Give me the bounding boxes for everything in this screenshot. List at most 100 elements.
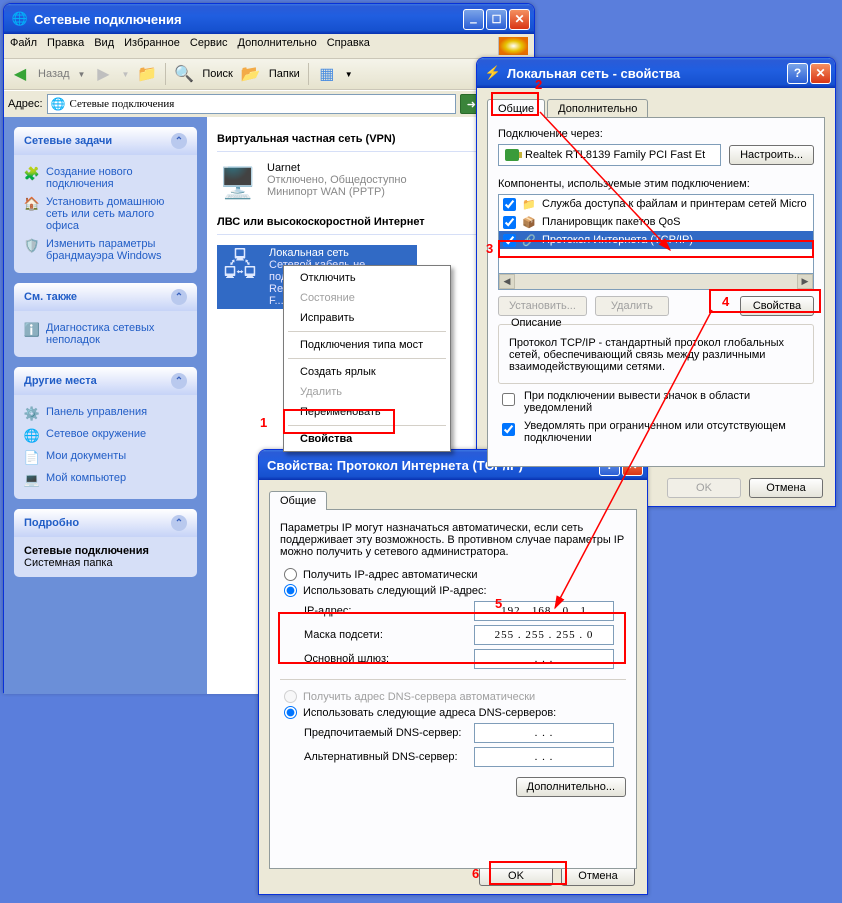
- panel-other-places: Другие места ⌃ ⚙️Панель управления 🌐Сете…: [14, 367, 197, 499]
- dns1-input[interactable]: . . .: [474, 723, 614, 743]
- subnet-mask-label: Маска подсети:: [304, 629, 474, 641]
- ctx-bridge[interactable]: Подключения типа мост: [286, 335, 448, 355]
- back-icon[interactable]: ◀: [10, 64, 30, 84]
- panel-head-tasks[interactable]: Сетевые задачи ⌃: [14, 127, 197, 155]
- task-create-connection[interactable]: 🧩Создание нового подключения: [24, 163, 187, 193]
- connect-via-label: Подключение через:: [498, 128, 814, 140]
- up-icon[interactable]: 📁: [137, 64, 157, 84]
- notify-limited-checkbox[interactable]: [502, 423, 515, 436]
- menu-favorites[interactable]: Избранное: [124, 37, 180, 55]
- component-checkbox[interactable]: [503, 198, 516, 211]
- configure-button[interactable]: Настроить...: [729, 145, 814, 165]
- place-my-computer[interactable]: 💻Мой компьютер: [24, 469, 187, 491]
- component-file-sharing[interactable]: 📁 Служба доступа к файлам и принтерам се…: [499, 195, 813, 213]
- minimize-button[interactable]: [463, 9, 484, 30]
- dns2-input[interactable]: . . .: [474, 747, 614, 767]
- service-icon: 📁: [522, 197, 536, 211]
- collapse-icon[interactable]: ⌃: [171, 289, 187, 305]
- component-qos[interactable]: 📦 Планировщик пакетов QoS: [499, 213, 813, 231]
- cancel-button[interactable]: Отмена: [561, 866, 635, 886]
- explorer-toolbar: ◀ Назад ▼ ▶ ▼ 📁 🔍 Поиск 📂 Папки ▦ ▼: [4, 58, 534, 90]
- notify-icon-checkbox[interactable]: [502, 393, 515, 406]
- tab-advanced[interactable]: Дополнительно: [547, 99, 648, 118]
- tab-general[interactable]: Общие: [487, 99, 545, 118]
- ctx-properties[interactable]: Свойства: [286, 429, 448, 449]
- scroll-right-icon[interactable]: ▶: [797, 274, 813, 289]
- component-tcpip[interactable]: 🔗 Протокол Интернета (TCP/IP): [499, 231, 813, 249]
- folders-label[interactable]: Папки: [269, 68, 300, 80]
- subnet-mask-input[interactable]: 255 . 255 . 255 . 0: [474, 625, 614, 645]
- close-button[interactable]: [509, 9, 530, 30]
- lanprops-titlebar[interactable]: ⚡ Локальная сеть - свойства: [477, 58, 835, 88]
- notify-icon-checkbox-row[interactable]: При подключении вывести значок в области…: [498, 390, 814, 414]
- place-network-places[interactable]: 🌐Сетевое окружение: [24, 425, 187, 447]
- panel-see-also: См. также ⌃ ℹ️Диагностика сетевых непола…: [14, 283, 197, 357]
- menu-tools[interactable]: Сервис: [190, 37, 228, 55]
- task-setup-home-network[interactable]: 🏠Установить домашнюю сеть или сеть малог…: [24, 193, 187, 235]
- description-text: Протокол TCP/IP - стандартный протокол г…: [509, 337, 803, 373]
- panel-head-other[interactable]: Другие места ⌃: [14, 367, 197, 395]
- horizontal-scrollbar[interactable]: ◀ ▶: [498, 274, 814, 290]
- ctx-repair[interactable]: Исправить: [286, 308, 448, 328]
- collapse-icon[interactable]: ⌃: [171, 515, 187, 531]
- place-control-panel[interactable]: ⚙️Панель управления: [24, 403, 187, 425]
- panel-title-other: Другие места: [24, 375, 97, 387]
- ctx-rename[interactable]: Переименовать: [286, 402, 448, 422]
- component-checkbox[interactable]: [503, 216, 516, 229]
- ok-button[interactable]: OK: [479, 866, 553, 886]
- install-button: Установить...: [498, 296, 587, 316]
- ctx-shortcut[interactable]: Создать ярлык: [286, 362, 448, 382]
- back-label[interactable]: Назад: [38, 68, 70, 80]
- notify-limited-checkbox-row[interactable]: Уведомлять при ограниченном или отсутств…: [498, 420, 814, 444]
- address-input[interactable]: [47, 94, 457, 114]
- radio-obtain-ip-auto[interactable]: Получить IP-адрес автоматически: [284, 568, 626, 581]
- folders-icon[interactable]: 📂: [241, 64, 261, 84]
- views-icon[interactable]: ▦: [317, 64, 337, 84]
- search-icon[interactable]: 🔍: [174, 64, 194, 84]
- maximize-button[interactable]: [486, 9, 507, 30]
- details-name: Сетевые подключения: [24, 545, 187, 557]
- explorer-menubar: Файл Правка Вид Избранное Сервис Дополни…: [4, 34, 534, 58]
- annotation-label-6: 6: [472, 866, 479, 881]
- components-list[interactable]: 📁 Служба доступа к файлам и принтерам се…: [498, 194, 814, 274]
- windows-flag-icon: [498, 37, 528, 55]
- task-firewall-settings[interactable]: 🛡️Изменить параметры брандмауэра Windows: [24, 235, 187, 265]
- menu-help[interactable]: Справка: [327, 37, 370, 55]
- properties-button[interactable]: Свойства: [740, 296, 814, 316]
- menu-edit[interactable]: Правка: [47, 37, 84, 55]
- component-checkbox[interactable]: [503, 234, 516, 247]
- protocol-icon: 🔗: [522, 233, 536, 247]
- close-button[interactable]: [810, 63, 831, 84]
- explorer-titlebar[interactable]: 🌐 Сетевые подключения: [4, 4, 534, 34]
- menu-view[interactable]: Вид: [94, 37, 114, 55]
- cancel-button[interactable]: Отмена: [749, 478, 823, 498]
- radio-use-dns[interactable]: Использовать следующие адреса DNS-сервер…: [284, 706, 626, 719]
- gateway-label: Основной шлюз:: [304, 653, 474, 665]
- collapse-icon[interactable]: ⌃: [171, 133, 187, 149]
- collapse-icon[interactable]: ⌃: [171, 373, 187, 389]
- gateway-input[interactable]: . . .: [474, 649, 614, 669]
- scroll-left-icon[interactable]: ◀: [499, 274, 515, 289]
- ok-button[interactable]: OK: [667, 478, 741, 498]
- ctx-status: Состояние: [286, 288, 448, 308]
- home-network-icon: 🏠: [24, 196, 40, 212]
- network-icon: 🌐: [12, 11, 28, 27]
- forward-icon: ▶: [93, 64, 113, 84]
- menu-advanced[interactable]: Дополнительно: [238, 37, 317, 55]
- radio-use-ip[interactable]: Использовать следующий IP-адрес:: [284, 584, 626, 597]
- tab-general[interactable]: Общие: [269, 491, 327, 510]
- radio-obtain-dns-auto: Получить адрес DNS-сервера автоматически: [284, 690, 626, 703]
- search-label[interactable]: Поиск: [202, 68, 232, 80]
- panel-head-seealso[interactable]: См. также ⌃: [14, 283, 197, 311]
- menu-file[interactable]: Файл: [10, 37, 37, 55]
- advanced-button[interactable]: Дополнительно...: [516, 777, 626, 797]
- place-my-documents[interactable]: 📄Мои документы: [24, 447, 187, 469]
- ctx-separator: [288, 331, 446, 332]
- details-type: Системная папка: [24, 557, 187, 569]
- panel-head-details[interactable]: Подробно ⌃: [14, 509, 197, 537]
- ctx-disable[interactable]: Отключить: [286, 268, 448, 288]
- dns2-label: Альтернативный DNS-сервер:: [304, 751, 474, 763]
- help-button[interactable]: [787, 63, 808, 84]
- seealso-network-diagnostics[interactable]: ℹ️Диагностика сетевых неполадок: [24, 319, 187, 349]
- panel-details: Подробно ⌃ Сетевые подключения Системная…: [14, 509, 197, 577]
